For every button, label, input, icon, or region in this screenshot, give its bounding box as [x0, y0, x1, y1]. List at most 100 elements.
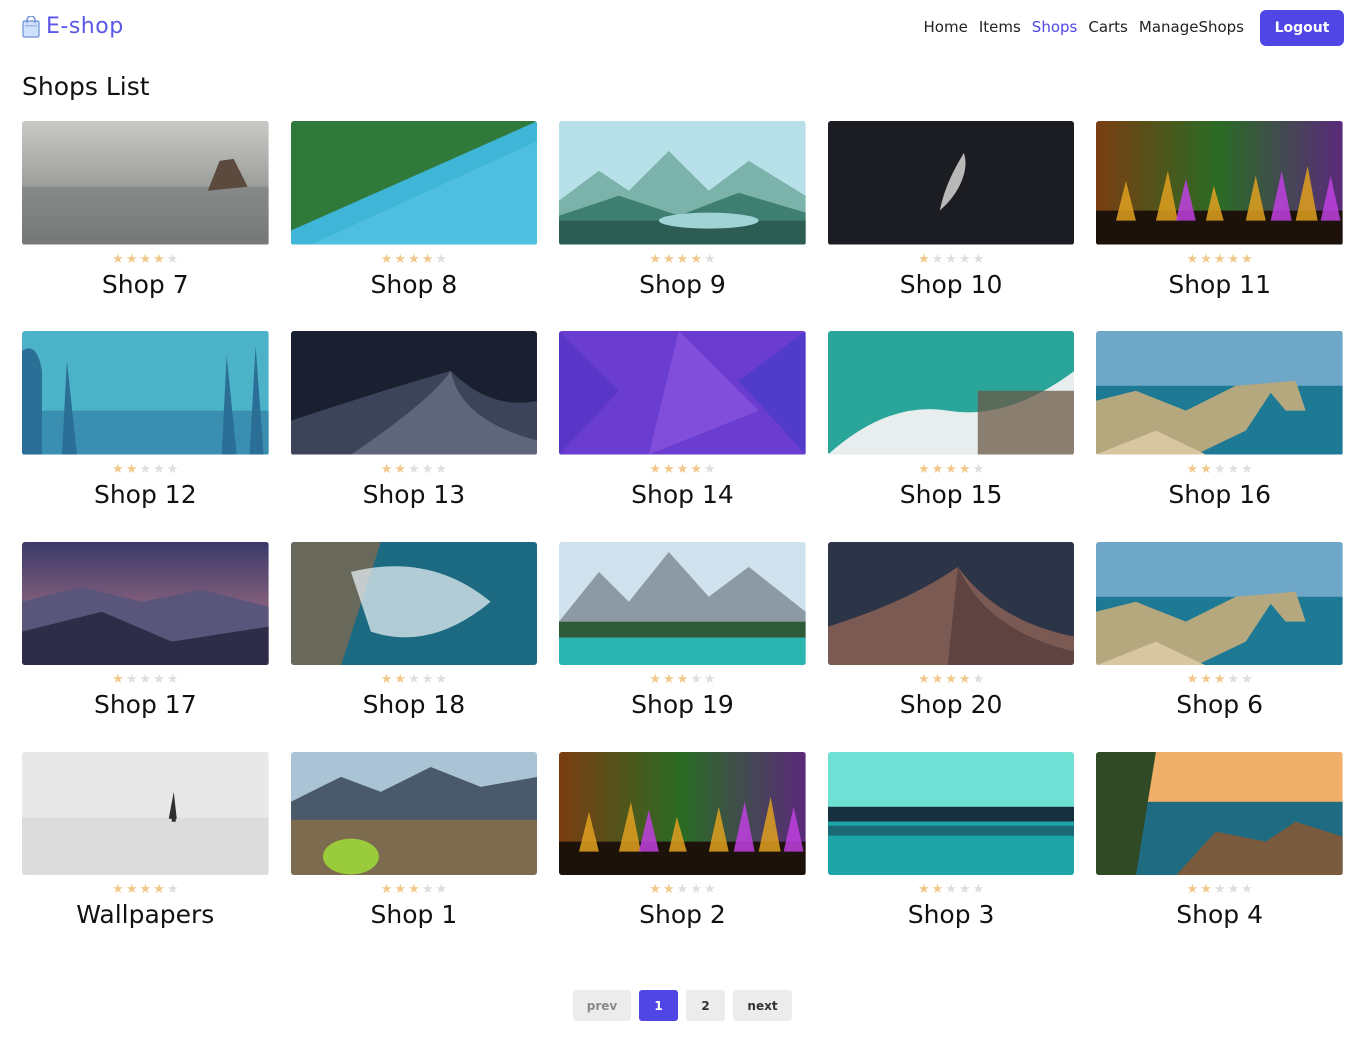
shop-card[interactable]: ★ ★ ★ ★ ★ Shop 11 — [1096, 121, 1343, 331]
shop-image[interactable] — [22, 541, 269, 666]
shop-image[interactable] — [290, 541, 538, 666]
star-icon: ★ — [1213, 882, 1226, 898]
nav-link-home[interactable]: Home — [924, 18, 968, 36]
shop-card[interactable]: ★ ★ ★ ★ ★ Shop 17 — [22, 541, 269, 752]
shop-name[interactable]: Shop 6 — [1096, 690, 1343, 720]
shop-name[interactable]: Shop 18 — [291, 690, 538, 720]
shop-card[interactable]: ★ ★ ★ ★ ★ Wallpapers — [22, 751, 269, 962]
shop-image[interactable] — [827, 751, 1075, 876]
shop-card[interactable]: ★ ★ ★ ★ ★ Shop 3 — [827, 751, 1075, 962]
shop-card[interactable]: ★ ★ ★ ★ ★ Shop 8 — [290, 121, 538, 331]
shop-image[interactable] — [559, 121, 806, 245]
star-icon: ★ — [153, 672, 165, 688]
shop-image[interactable] — [1096, 331, 1343, 455]
shop-image[interactable] — [1096, 541, 1343, 666]
shop-name[interactable]: Shop 15 — [828, 480, 1075, 510]
shop-image[interactable] — [290, 121, 538, 245]
star-icon: ★ — [1227, 672, 1240, 688]
shop-image[interactable] — [22, 751, 269, 876]
shop-card[interactable]: ★ ★ ★ ★ ★ Shop 10 — [827, 121, 1075, 331]
logout-button[interactable]: Logout — [1260, 10, 1344, 46]
brand[interactable]: E-shop — [22, 14, 124, 39]
shop-name[interactable]: Shop 13 — [291, 480, 538, 510]
star-rating: ★ ★ ★ ★ ★ — [1096, 883, 1343, 897]
star-icon: ★ — [166, 251, 179, 267]
page-1-button[interactable]: 1 — [639, 990, 678, 1021]
shop-card[interactable]: ★ ★ ★ ★ ★ Shop 2 — [559, 751, 806, 962]
shop-image[interactable] — [1096, 121, 1343, 245]
star-icon: ★ — [153, 251, 165, 267]
shop-image[interactable] — [290, 751, 538, 876]
shop-image[interactable] — [827, 121, 1075, 245]
star-icon: ★ — [931, 461, 944, 477]
star-icon: ★ — [125, 461, 138, 477]
shop-name[interactable]: Shop 12 — [22, 480, 269, 510]
shop-card[interactable]: ★ ★ ★ ★ ★ Shop 16 — [1096, 331, 1343, 541]
star-icon: ★ — [972, 672, 985, 688]
star-icon: ★ — [1213, 672, 1226, 688]
shop-name[interactable]: Shop 20 — [828, 690, 1075, 720]
shop-name[interactable]: Shop 19 — [559, 690, 806, 720]
shop-name[interactable]: Shop 17 — [22, 690, 269, 720]
nav-link-carts[interactable]: Carts — [1088, 18, 1128, 36]
shop-image[interactable] — [290, 331, 538, 455]
star-rating: ★ ★ ★ ★ ★ — [559, 673, 806, 687]
nav-link-shops[interactable]: Shops — [1032, 18, 1078, 36]
shop-image[interactable] — [827, 541, 1075, 666]
star-icon: ★ — [917, 251, 930, 267]
shop-name[interactable]: Shop 7 — [22, 270, 269, 300]
star-icon: ★ — [380, 251, 393, 267]
star-icon: ★ — [139, 672, 152, 688]
star-rating: ★ ★ ★ ★ ★ — [1096, 462, 1343, 477]
shop-image[interactable] — [1096, 751, 1343, 876]
shop-name[interactable]: Shop 10 — [828, 270, 1075, 300]
shop-name[interactable]: Shop 11 — [1096, 270, 1343, 300]
brand-name: E-shop — [46, 14, 124, 39]
star-icon: ★ — [1186, 251, 1199, 267]
shop-name[interactable]: Shop 14 — [559, 480, 806, 510]
shop-name[interactable]: Shop 16 — [1096, 480, 1343, 510]
shop-card[interactable]: ★ ★ ★ ★ ★ Shop 19 — [559, 541, 806, 752]
star-icon: ★ — [649, 672, 661, 688]
shop-card[interactable]: ★ ★ ★ ★ ★ Shop 12 — [22, 331, 269, 541]
shop-image[interactable] — [827, 331, 1075, 455]
shop-name[interactable]: Shop 9 — [559, 270, 806, 300]
shop-card[interactable]: ★ ★ ★ ★ ★ Shop 1 — [290, 751, 538, 962]
shop-name[interactable]: Wallpapers — [22, 900, 269, 930]
shop-name[interactable]: Shop 3 — [828, 900, 1075, 930]
star-rating: ★ ★ ★ ★ ★ — [291, 251, 538, 267]
shop-card[interactable]: ★ ★ ★ ★ ★ Shop 18 — [290, 541, 538, 752]
star-icon: ★ — [421, 672, 434, 688]
shop-name[interactable]: Shop 4 — [1096, 900, 1343, 930]
shop-card[interactable]: ★ ★ ★ ★ ★ Shop 15 — [827, 331, 1075, 541]
shop-card[interactable]: ★ ★ ★ ★ ★ Shop 7 — [22, 121, 269, 331]
shop-image[interactable] — [559, 751, 806, 876]
shop-image[interactable] — [22, 331, 269, 455]
shop-card[interactable]: ★ ★ ★ ★ ★ Shop 6 — [1096, 541, 1343, 752]
shop-card[interactable]: ★ ★ ★ ★ ★ Shop 14 — [559, 331, 806, 541]
shop-card[interactable]: ★ ★ ★ ★ ★ Shop 4 — [1096, 751, 1343, 962]
star-icon: ★ — [125, 672, 138, 688]
star-icon: ★ — [112, 882, 124, 898]
shop-image[interactable] — [22, 121, 269, 245]
shop-name[interactable]: Shop 2 — [559, 900, 806, 930]
star-icon: ★ — [945, 461, 957, 477]
star-icon: ★ — [435, 251, 448, 267]
shop-image[interactable] — [559, 331, 806, 455]
next-page-button[interactable]: next — [733, 990, 792, 1021]
shop-card[interactable]: ★ ★ ★ ★ ★ Shop 9 — [559, 121, 806, 331]
star-icon: ★ — [917, 882, 930, 898]
star-rating: ★ ★ ★ ★ ★ — [828, 883, 1075, 897]
nav-link-manageshops[interactable]: ManageShops — [1139, 18, 1244, 36]
star-icon: ★ — [972, 251, 985, 267]
prev-page-button[interactable]: prev — [573, 990, 631, 1021]
shop-name[interactable]: Shop 8 — [291, 270, 538, 300]
page-2-button[interactable]: 2 — [686, 990, 725, 1021]
star-icon: ★ — [917, 461, 930, 477]
shop-image[interactable] — [559, 541, 806, 666]
nav-link-items[interactable]: Items — [979, 18, 1021, 36]
shop-card[interactable]: ★ ★ ★ ★ ★ Shop 20 — [827, 541, 1075, 752]
star-icon: ★ — [649, 461, 661, 477]
shop-card[interactable]: ★ ★ ★ ★ ★ Shop 13 — [290, 331, 538, 541]
shop-name[interactable]: Shop 1 — [291, 900, 538, 930]
